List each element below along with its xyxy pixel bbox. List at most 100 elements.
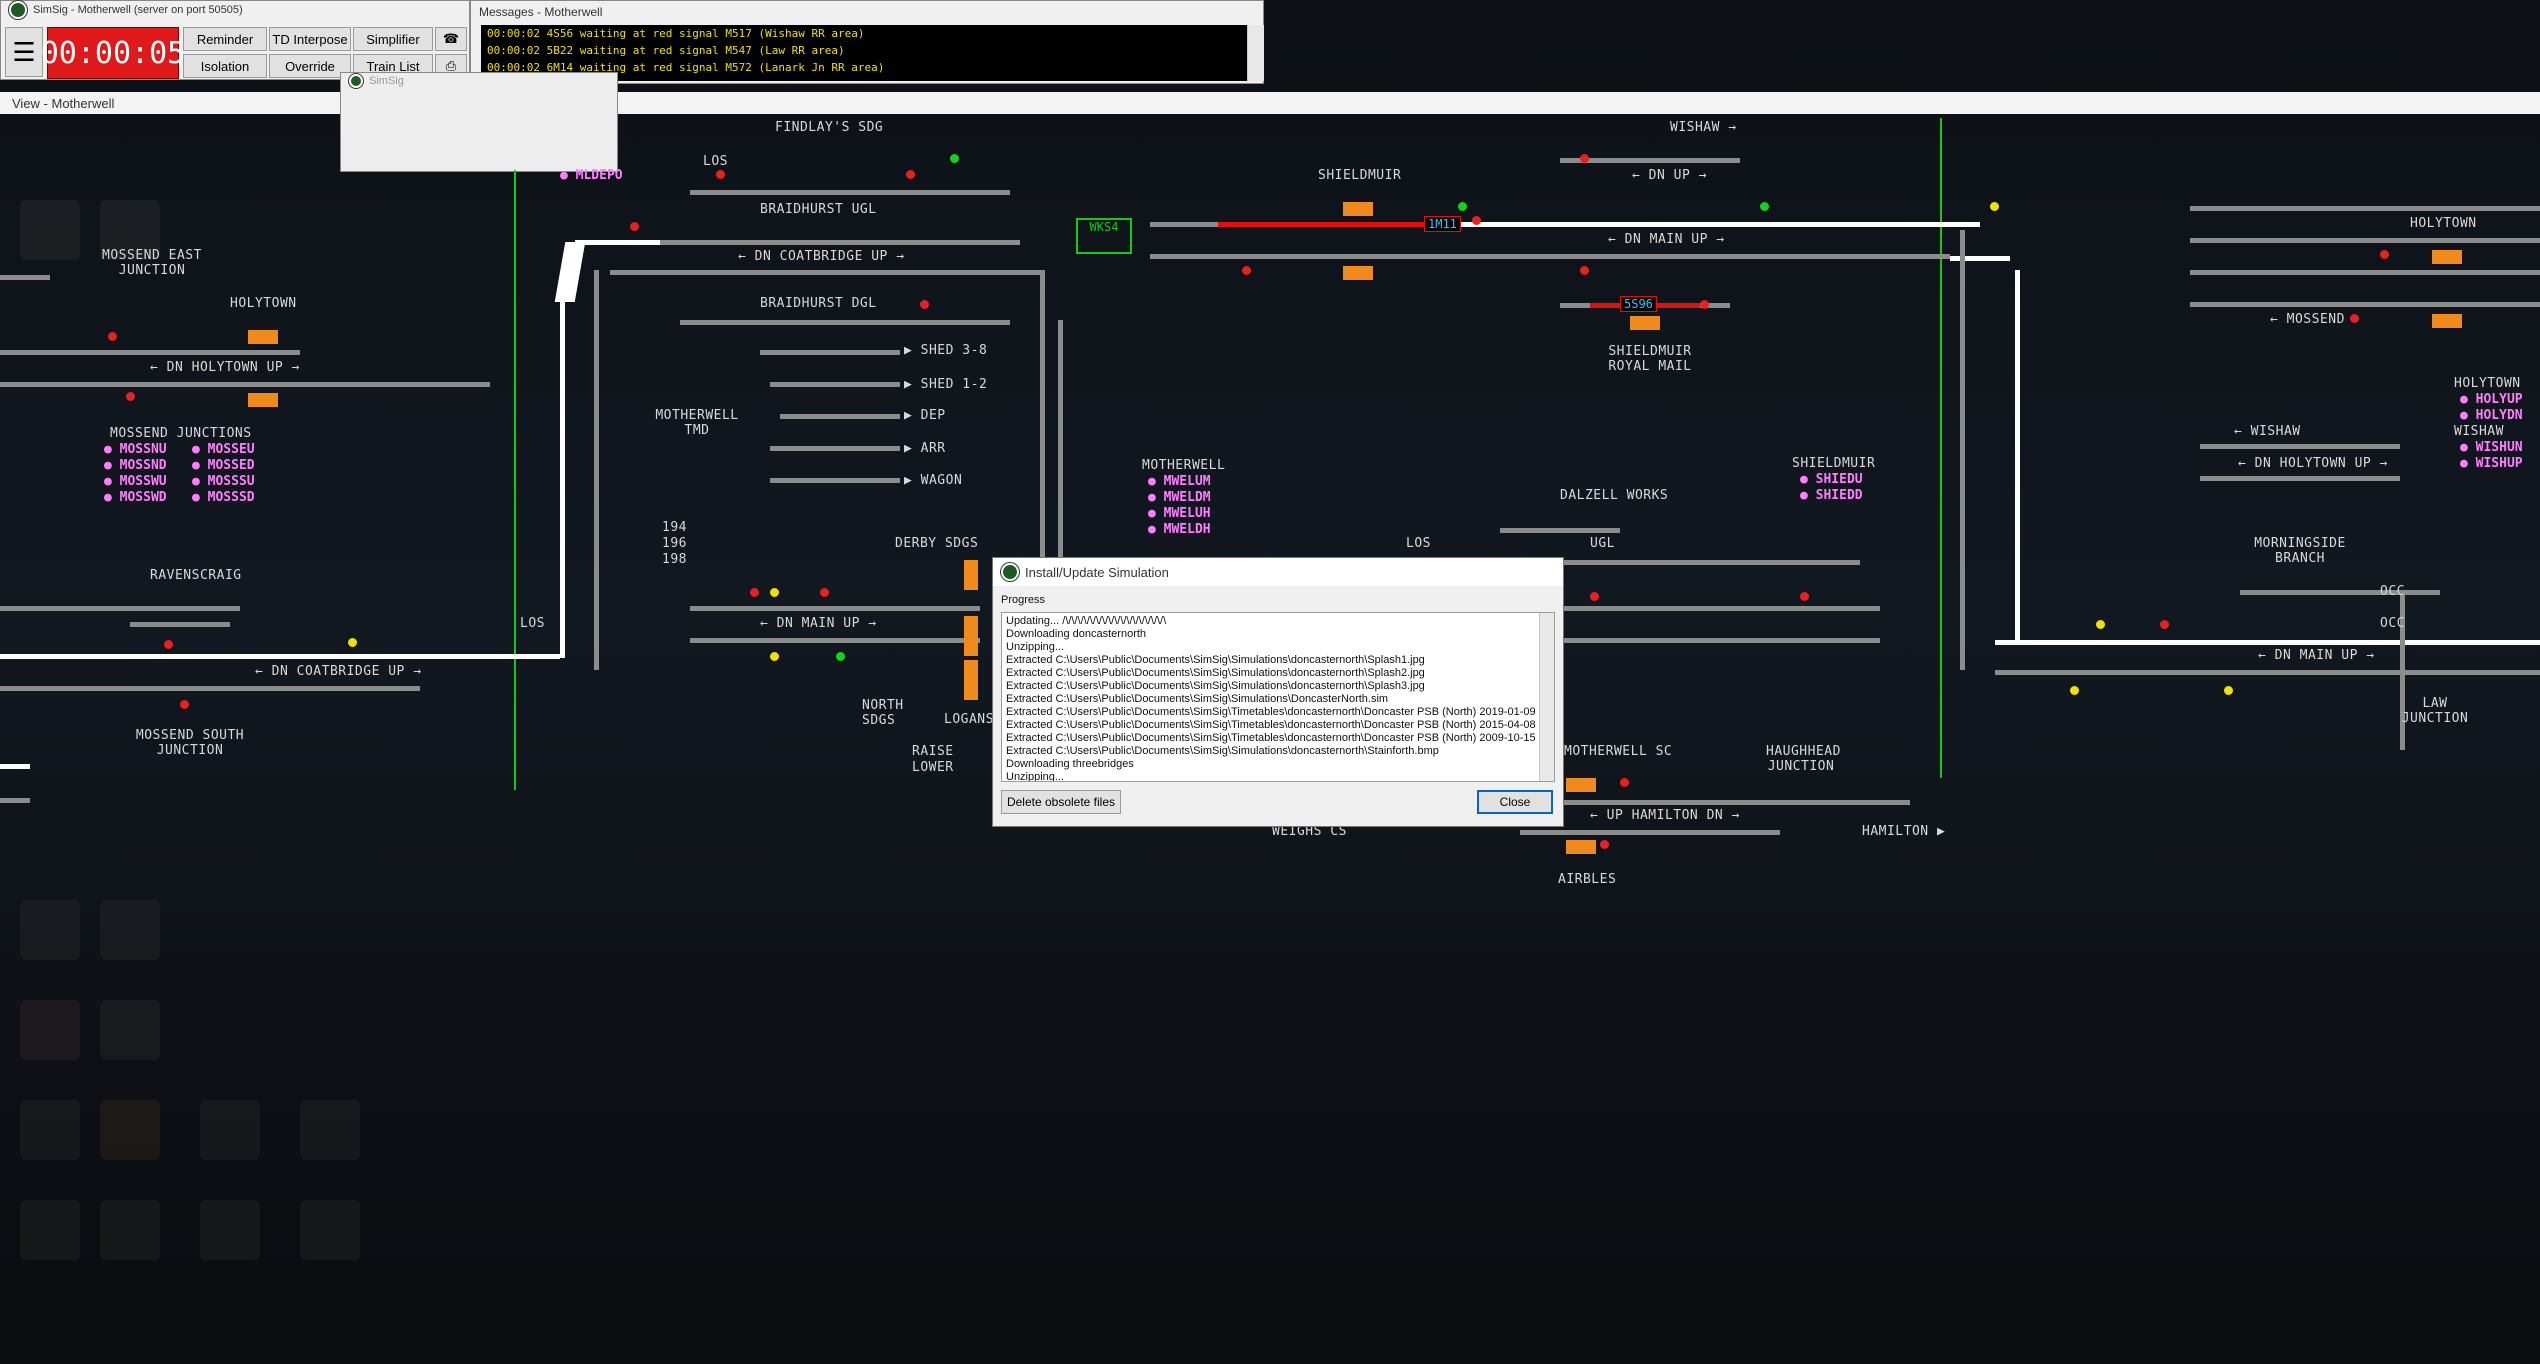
route-code[interactable]: ● MOSSED <box>192 458 255 474</box>
track-section[interactable] <box>1860 800 1910 805</box>
track-section[interactable] <box>680 320 1010 325</box>
progress-log[interactable]: Updating... /\/\/\/\/\/\/\/\/\/\/\/\/\/\… <box>1001 612 1555 782</box>
signal-aspect[interactable] <box>1590 592 1599 601</box>
signal-aspect[interactable] <box>2096 620 2105 629</box>
route-code[interactable]: ● MOSSSD <box>192 490 255 506</box>
track-section[interactable] <box>760 350 900 355</box>
track-section[interactable] <box>2190 238 2540 243</box>
track-section[interactable] <box>130 622 230 627</box>
message-line[interactable]: 00:00:02 4S56 waiting at red signal M517… <box>487 25 1241 42</box>
track-section[interactable] <box>0 350 300 355</box>
signal-aspect[interactable] <box>906 170 915 179</box>
track-section[interactable] <box>0 798 30 803</box>
message-line[interactable]: 00:00:02 5B22 waiting at red signal M547… <box>487 42 1241 59</box>
berth[interactable] <box>1566 778 1596 792</box>
signal-aspect[interactable] <box>108 332 117 341</box>
signal-aspect[interactable] <box>2224 686 2233 695</box>
isolation-button[interactable]: Isolation <box>183 54 267 78</box>
route-code[interactable]: ● MOSSEU <box>192 442 255 458</box>
track-section-routed[interactable] <box>560 300 565 658</box>
desktop-icon[interactable] <box>200 1100 260 1160</box>
signal-aspect[interactable] <box>920 300 929 309</box>
signal-aspect[interactable] <box>1760 202 1769 211</box>
track-section[interactable] <box>594 270 599 670</box>
signal-aspect[interactable] <box>1800 592 1809 601</box>
route-code[interactable]: ● MOSSWU <box>104 474 167 490</box>
berth[interactable] <box>1343 202 1373 216</box>
desktop-icon[interactable] <box>20 200 80 260</box>
signal-aspect[interactable] <box>1990 202 1999 211</box>
track-section-routed[interactable] <box>0 764 30 769</box>
td-interpose-button[interactable]: TD Interpose <box>269 27 351 51</box>
desktop-icon[interactable] <box>20 1000 80 1060</box>
route-code[interactable]: ● MLDEPO <box>560 168 623 183</box>
reminder-button[interactable]: Reminder <box>183 27 267 51</box>
berth[interactable] <box>964 560 978 590</box>
track-section-occupied[interactable] <box>1218 222 1458 227</box>
berth[interactable] <box>248 393 278 407</box>
wks4-box[interactable]: WKS4 <box>1076 218 1132 254</box>
track-section[interactable] <box>690 606 980 611</box>
track-section[interactable] <box>610 270 1040 275</box>
track-section-routed[interactable] <box>0 654 560 659</box>
track-section[interactable] <box>1995 670 2540 675</box>
track-section[interactable] <box>1520 830 1540 835</box>
desktop-icon[interactable] <box>20 1200 80 1260</box>
berth[interactable] <box>1630 316 1660 330</box>
signal-aspect[interactable] <box>1242 266 1251 275</box>
signal-aspect[interactable] <box>126 392 135 401</box>
track-section-routed[interactable] <box>1460 222 1980 227</box>
track-section[interactable] <box>770 478 900 483</box>
track-section[interactable] <box>2190 302 2540 307</box>
track-section[interactable] <box>780 414 900 419</box>
signal-aspect[interactable] <box>950 154 959 163</box>
signal-aspect[interactable] <box>180 700 189 709</box>
track-section[interactable] <box>770 446 900 451</box>
track-section[interactable] <box>690 190 1010 195</box>
berth[interactable] <box>2432 250 2462 264</box>
menu-button[interactable]: ☰ <box>5 27 43 77</box>
signal-aspect[interactable] <box>770 588 779 597</box>
track-section[interactable] <box>1960 230 1965 670</box>
berth[interactable] <box>248 330 278 344</box>
berth[interactable] <box>964 616 978 656</box>
berth[interactable] <box>1343 266 1373 280</box>
route-code[interactable]: ● SHIEDU <box>1800 472 1863 488</box>
desktop-icon[interactable] <box>200 1200 260 1260</box>
signal-aspect[interactable] <box>1472 216 1481 225</box>
track-section-routed[interactable] <box>2015 270 2020 640</box>
override-button[interactable]: Override <box>269 54 351 78</box>
track-section[interactable] <box>0 606 240 611</box>
desktop-icon[interactable] <box>100 1200 160 1260</box>
track-section[interactable] <box>1150 254 1950 259</box>
signal-aspect[interactable] <box>750 588 759 597</box>
desktop-icon[interactable] <box>100 1000 160 1060</box>
track-section[interactable] <box>770 382 900 387</box>
train-headcode[interactable]: 1M11 <box>1424 216 1461 232</box>
signal-aspect[interactable] <box>1580 266 1589 275</box>
berth[interactable] <box>2432 314 2462 328</box>
messages-scrollbar[interactable] <box>1247 25 1264 81</box>
track-section[interactable] <box>2200 444 2400 449</box>
route-code[interactable]: ● WISHUN <box>2460 440 2523 456</box>
signal-aspect[interactable] <box>2070 686 2079 695</box>
track-section[interactable] <box>2200 476 2400 481</box>
desktop-icon[interactable] <box>300 1200 360 1260</box>
route-code[interactable]: ● HOLYUP <box>2460 392 2523 408</box>
log-scrollbar[interactable] <box>1539 613 1554 781</box>
desktop-icon[interactable] <box>20 900 80 960</box>
desktop-icon[interactable] <box>300 1100 360 1160</box>
signal-aspect[interactable] <box>716 170 725 179</box>
track-section-routed[interactable] <box>1950 256 2010 261</box>
route-code[interactable]: ● MWELDH <box>1148 522 1211 538</box>
berth[interactable] <box>964 660 978 700</box>
delete-obsolete-files-button[interactable]: Delete obsolete files <box>1001 790 1121 814</box>
track-section[interactable] <box>1540 830 1780 835</box>
route-code[interactable]: ● MOSSSU <box>192 474 255 490</box>
route-code[interactable]: ● MOSSWD <box>104 490 167 506</box>
signal-aspect[interactable] <box>1700 300 1709 309</box>
track-section[interactable] <box>0 686 420 691</box>
route-code[interactable]: ● MOSSND <box>104 458 167 474</box>
signal-aspect[interactable] <box>164 640 173 649</box>
track-section[interactable] <box>1150 222 1220 227</box>
